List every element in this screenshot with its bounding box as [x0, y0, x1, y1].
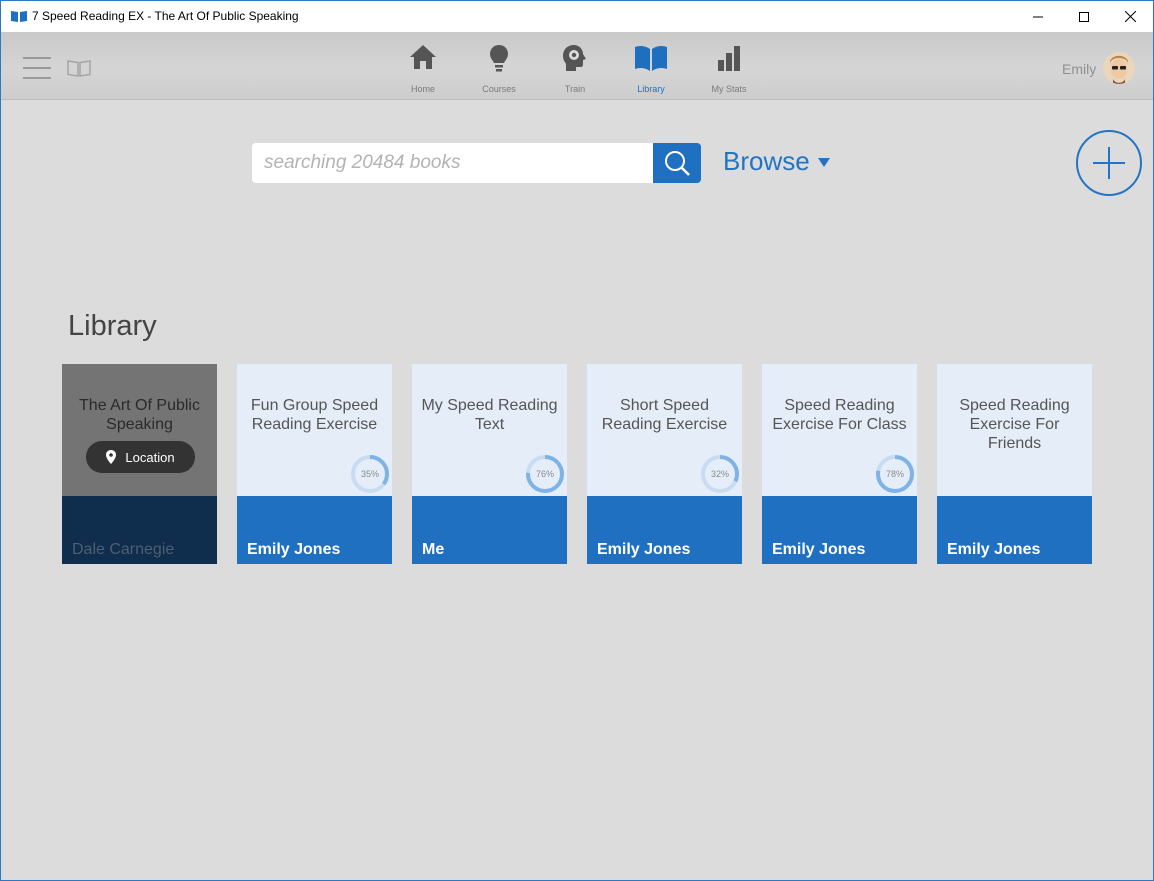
progress-label: 32% — [710, 469, 729, 479]
book-title: The Art Of Public Speaking — [79, 397, 200, 433]
nav-label: Courses — [482, 84, 516, 94]
menu-bar — [23, 67, 51, 69]
maximize-button[interactable] — [1061, 1, 1107, 32]
user-name[interactable]: Emily — [1062, 61, 1096, 77]
window-title: 7 Speed Reading EX - The Art Of Public S… — [32, 9, 299, 23]
maximize-icon — [1079, 11, 1089, 22]
progress-label: 35% — [360, 469, 379, 479]
book-footer: Me — [412, 496, 567, 564]
book-footer: Emily Jones — [937, 496, 1092, 564]
app-book-icon — [11, 11, 27, 22]
book-title: Short Speed Reading Exercise — [601, 397, 728, 433]
avatar[interactable] — [1103, 52, 1135, 84]
progress-ring: 35% — [350, 454, 390, 494]
avatar-image — [1103, 52, 1135, 84]
lightbulb-icon — [490, 45, 508, 72]
location-label: Location — [125, 449, 175, 465]
book-cover: The Art Of Public Speaking Location — [62, 364, 217, 496]
nav-courses[interactable]: Courses — [464, 32, 534, 100]
book-title: My Speed Reading Text — [421, 397, 558, 433]
add-book-button[interactable] — [1076, 130, 1142, 196]
progress-ring: 78% — [875, 454, 915, 494]
book-cover: Speed Reading Exercise For Class 78% — [762, 364, 917, 496]
book-cover: Fun Group Speed Reading Exercise 35% — [237, 364, 392, 496]
book-cover: My Speed Reading Text 76% — [412, 364, 567, 496]
location-button[interactable]: Location — [86, 441, 195, 473]
title-bar: 7 Speed Reading EX - The Art Of Public S… — [1, 1, 1153, 32]
search-input[interactable] — [252, 143, 653, 183]
book-footer: Dale Carnegie — [62, 496, 217, 564]
nav-home[interactable]: Home — [388, 32, 458, 100]
caret-down-icon — [817, 158, 830, 167]
library-title: Library — [68, 310, 157, 342]
progress-ring: 32% — [700, 454, 740, 494]
book-card[interactable]: The Art Of Public Speaking Location Dale… — [62, 364, 217, 564]
search-icon — [665, 151, 690, 176]
home-icon — [410, 45, 436, 69]
brain-gear-icon — [563, 45, 586, 71]
book-footer: Emily Jones — [587, 496, 742, 564]
close-icon — [1124, 11, 1136, 22]
nav-label: Home — [410, 84, 435, 94]
book-footer: Emily Jones — [237, 496, 392, 564]
nav-train[interactable]: Train — [540, 32, 610, 100]
book-cover: Speed Reading Exercise For Friends — [937, 364, 1092, 496]
book-author: Emily Jones — [597, 541, 691, 558]
book-title: Speed Reading Exercise For Friends — [959, 397, 1070, 452]
search-box — [252, 143, 653, 183]
book-author: Emily Jones — [772, 541, 866, 558]
book-title: Fun Group Speed Reading Exercise — [250, 397, 379, 433]
nav-library[interactable]: Library — [616, 32, 686, 100]
book-title: Speed Reading Exercise For Class — [772, 397, 907, 433]
nav-label: Library — [637, 84, 665, 94]
progress-label: 76% — [535, 469, 554, 479]
minimize-icon — [1033, 16, 1043, 17]
book-cover: Short Speed Reading Exercise 32% — [587, 364, 742, 496]
location-pin-icon — [106, 450, 117, 464]
open-book-icon[interactable] — [67, 59, 91, 77]
app-window: 7 Speed Reading EX - The Art Of Public S… — [0, 0, 1154, 881]
book-card[interactable]: My Speed Reading Text 76% Me — [412, 364, 567, 564]
close-button[interactable] — [1107, 1, 1153, 32]
book-icon — [635, 45, 667, 71]
progress-label: 78% — [885, 469, 904, 479]
nav-my-stats[interactable]: My Stats — [694, 32, 764, 100]
browse-label: Browse — [723, 146, 810, 176]
menu-bar — [23, 77, 51, 79]
bar-chart-icon — [718, 46, 740, 71]
book-author: Dale Carnegie — [72, 541, 175, 558]
nav-label: My Stats — [711, 84, 747, 94]
minimize-button[interactable] — [1015, 1, 1061, 32]
book-footer: Emily Jones — [762, 496, 917, 564]
book-author: Emily Jones — [947, 541, 1041, 558]
book-card[interactable]: Fun Group Speed Reading Exercise 35% Emi… — [237, 364, 392, 564]
progress-ring: 76% — [525, 454, 565, 494]
search-button[interactable] — [653, 143, 701, 183]
book-author: Emily Jones — [247, 541, 341, 558]
nav-label: Train — [564, 84, 586, 94]
browse-dropdown[interactable]: Browse — [723, 146, 830, 177]
book-card[interactable]: Speed Reading Exercise For Class 78% Emi… — [762, 364, 917, 564]
app-header: Home Courses Train Library My Stats Emil… — [1, 32, 1153, 100]
book-card[interactable]: Short Speed Reading Exercise 32% Emily J… — [587, 364, 742, 564]
menu-button[interactable] — [23, 57, 51, 79]
menu-bar — [23, 57, 51, 59]
book-card[interactable]: Speed Reading Exercise For Friends Emily… — [937, 364, 1092, 564]
book-author: Me — [422, 541, 445, 558]
